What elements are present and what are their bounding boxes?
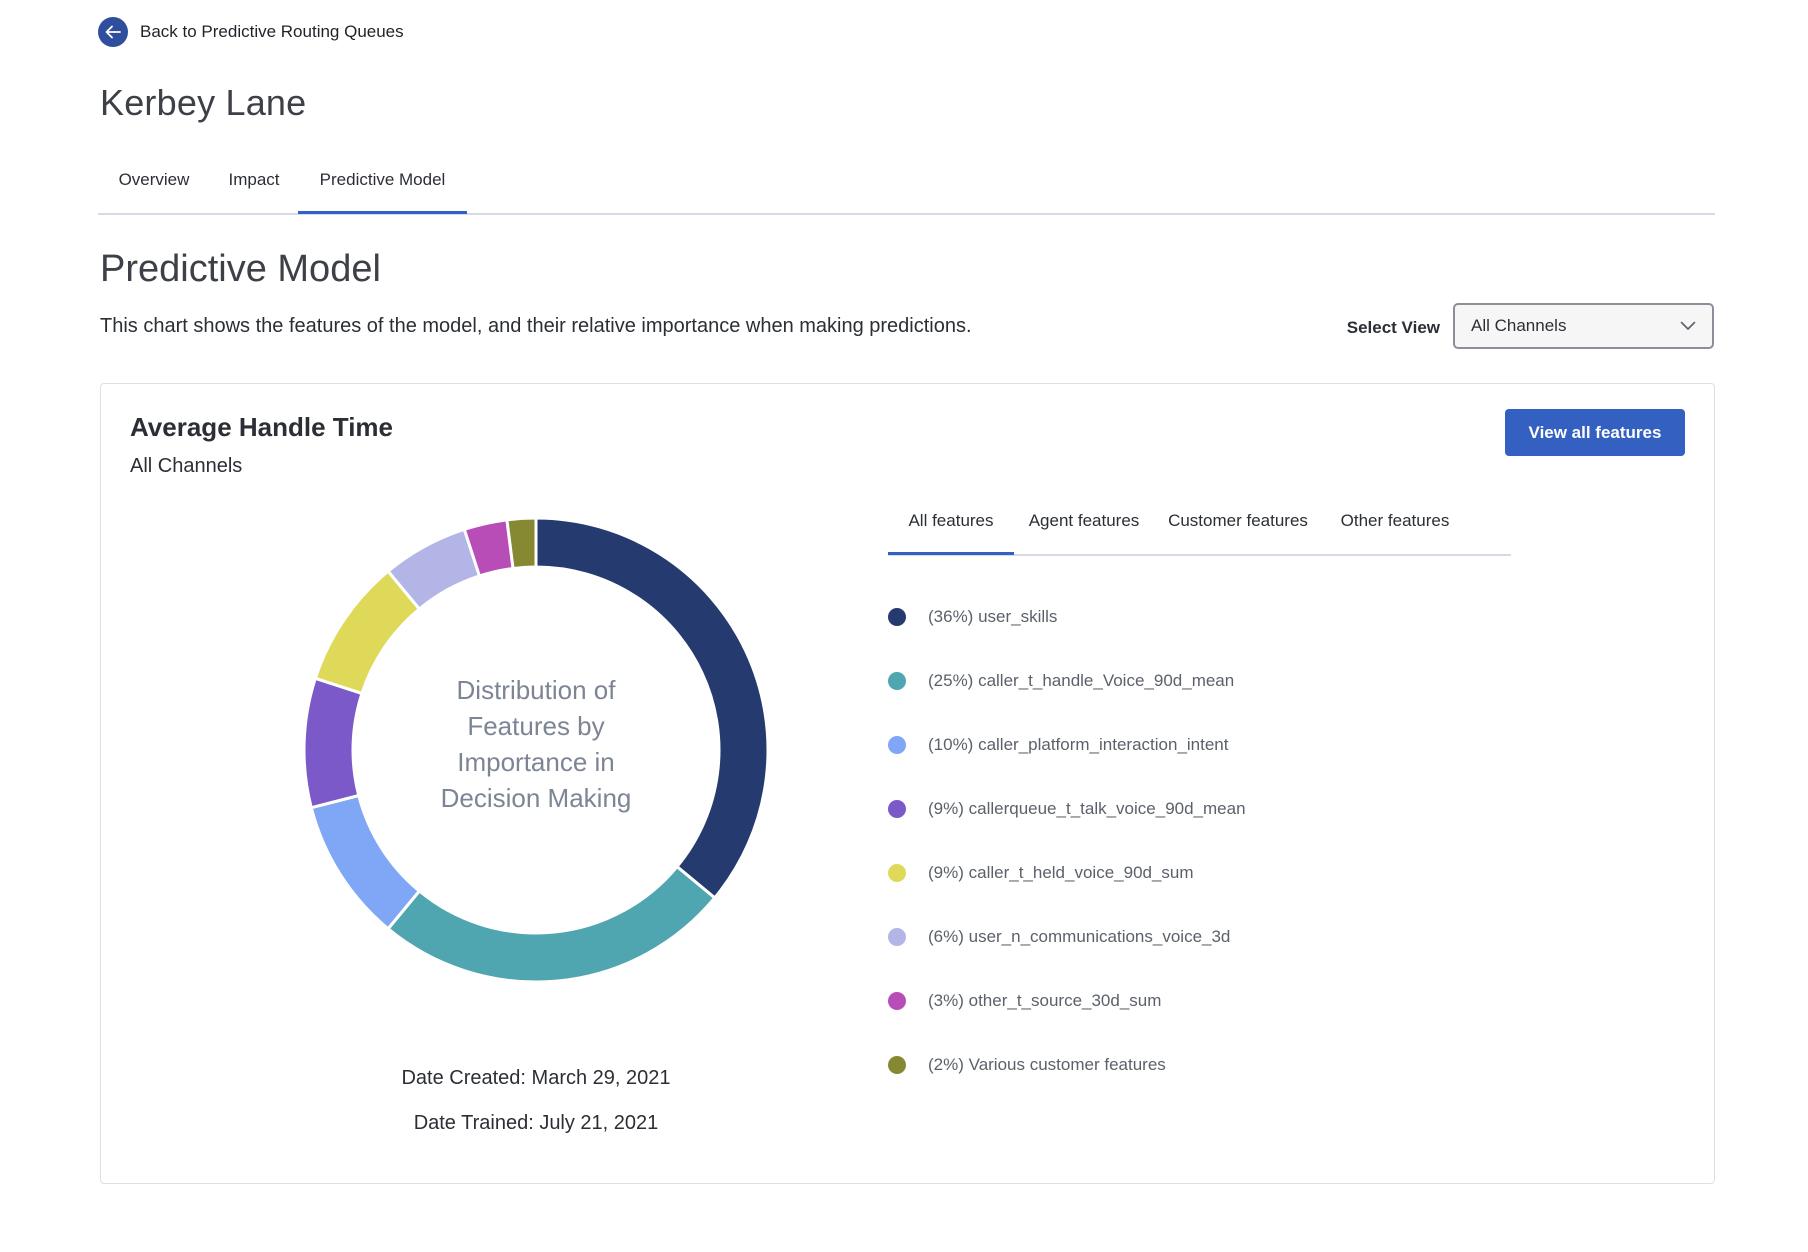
donut-segment-various-customer-features[interactable] [505,516,538,571]
tab-label: Other features [1340,511,1450,530]
legend-item: (9%) caller_t_held_voice_90d_sum [888,861,1194,885]
legend-dot-icon [888,928,906,946]
tab-label: Overview [118,170,190,189]
legend-label: (36%) user_skills [928,607,1058,626]
donut-center-label: Distribution of Features by Importance i… [386,672,686,816]
legend-dot-icon [888,736,906,754]
tab-label: Customer features [1168,511,1308,530]
back-link[interactable]: Back to Predictive Routing Queues [98,16,404,48]
view-select-value: All Channels [1471,316,1567,335]
back-link-label[interactable]: Back to Predictive Routing Queues [140,22,404,42]
tab-agent-features[interactable]: Agent features [1014,503,1154,552]
select-view-label: Select View [1346,318,1440,337]
tab-overview[interactable]: Overview [98,162,210,211]
view-select[interactable]: All Channels [1453,303,1714,349]
tab-all-features[interactable]: All features [888,503,1014,555]
legend-item: (25%) caller_t_handle_Voice_90d_mean [888,669,1234,693]
tab-label: Agent features [1028,511,1140,530]
legend-dot-icon [888,672,906,690]
center-label-line: Decision Making [440,783,632,813]
card-title: Average Handle Time [130,412,393,442]
section-title: Predictive Model [100,248,381,290]
tab-impact[interactable]: Impact [210,162,298,211]
chevron-down-icon [1680,321,1696,330]
legend-dot-icon [888,864,906,882]
legend-label: (10%) caller_platform_interaction_intent [928,735,1229,754]
view-all-features-button[interactable]: View all features [1505,409,1685,456]
center-label-line: Distribution of [456,675,616,705]
page-title: Kerbey Lane [100,82,307,123]
center-label-line: Importance in [457,747,615,777]
legend-label: (9%) callerqueue_t_talk_voice_90d_mean [928,799,1246,818]
legend-label: (25%) caller_t_handle_Voice_90d_mean [928,671,1235,690]
tab-label: Predictive Model [319,170,446,189]
date-created: Date Created: March 29, 2021 [401,1067,671,1089]
legend-label: (6%) user_n_communications_voice_3d [928,927,1231,946]
legend-dot-icon [888,800,906,818]
main-tabs: Overview Impact Predictive Model [98,162,1715,215]
tab-customer-features[interactable]: Customer features [1154,503,1322,552]
legend-item: (2%) Various customer features [888,1053,1166,1077]
legend-dot-icon [888,608,906,626]
legend-label: (9%) caller_t_held_voice_90d_sum [928,863,1194,882]
center-label-line: Features by [467,711,605,741]
donut-segment-callerqueue-t-talk-voice-90d-mean[interactable] [302,676,364,810]
card-subtitle: All Channels [130,455,243,477]
tab-other-features[interactable]: Other features [1322,503,1468,552]
donut-segment-caller-t-handle-voice-90d-mean[interactable] [386,864,717,984]
feature-tabs: All features Agent features Customer fea… [888,503,1511,556]
tab-label: Impact [228,170,280,189]
legend-item: (3%) other_t_source_30d_sum [888,989,1161,1013]
tab-label: All features [908,511,994,530]
section-description: This chart shows the features of the mod… [100,315,972,337]
legend-dot-icon [888,992,906,1010]
legend-item: (6%) user_n_communications_voice_3d [888,925,1230,949]
legend-item: (10%) caller_platform_interaction_intent [888,733,1229,757]
legend-label: (3%) other_t_source_30d_sum [928,991,1162,1010]
legend-item: (9%) callerqueue_t_talk_voice_90d_mean [888,797,1246,821]
legend-label: (2%) Various customer features [928,1055,1166,1074]
arrow-left-icon[interactable] [98,17,128,47]
legend-dot-icon [888,1056,906,1074]
tab-predictive-model[interactable]: Predictive Model [298,162,467,214]
date-trained: Date Trained: July 21, 2021 [413,1112,659,1134]
legend-item: (36%) user_skills [888,605,1057,629]
